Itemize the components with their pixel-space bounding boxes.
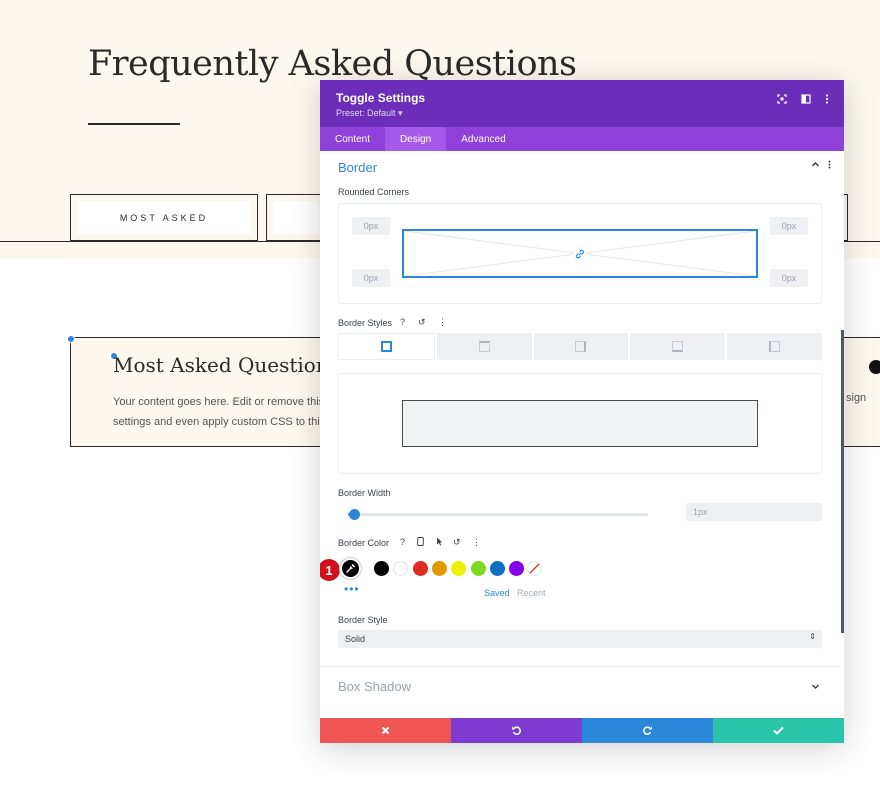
redo-icon (642, 726, 652, 735)
section-more-icon[interactable] (828, 160, 831, 172)
mobile-icon[interactable] (417, 537, 424, 548)
toggle-title: Most Asked Question 1 (113, 353, 348, 377)
border-all-sides-tab[interactable] (338, 333, 435, 360)
undo-icon (512, 726, 522, 735)
module-edit-handle[interactable] (67, 335, 75, 343)
no-color-swatch[interactable] (527, 561, 542, 576)
border-style-preview (402, 400, 758, 447)
color-swatch[interactable] (470, 561, 486, 576)
select-arrows-icon: ⇕ (809, 632, 816, 641)
save-button[interactable] (713, 718, 844, 743)
color-swatch[interactable] (509, 561, 525, 576)
color-swatch[interactable] (451, 561, 467, 576)
border-styles-label: Border Styles (338, 318, 393, 328)
chevron-down-icon[interactable] (811, 682, 820, 694)
saved-colors-tab[interactable]: Saved (484, 588, 510, 598)
tab-advanced[interactable]: Advanced (446, 127, 520, 151)
slider-thumb[interactable] (349, 509, 360, 520)
settings-body: Border Rounded Corners 0px 0px 0px 0px B… (320, 151, 844, 718)
corner-bottom-right-input[interactable]: 0px (770, 269, 808, 287)
corner-top-left-input[interactable]: 0px (352, 217, 390, 235)
corner-top-right-input[interactable]: 0px (770, 217, 808, 235)
border-width-slider[interactable] (348, 513, 648, 516)
tab-content[interactable]: Content (320, 127, 385, 151)
color-swatch[interactable] (393, 561, 409, 576)
faq-tab-label: MOST ASKED (77, 201, 251, 234)
border-left-tab[interactable] (727, 333, 822, 360)
redo-button[interactable] (582, 718, 713, 743)
modal-footer (320, 718, 844, 743)
reset-icon[interactable]: ↺ (418, 317, 426, 328)
help-icon[interactable]: ? (400, 317, 405, 327)
border-style-value: Solid (345, 634, 366, 644)
corner-bottom-left-input[interactable]: 0px (352, 269, 390, 287)
border-width-label: Border Width (338, 488, 391, 498)
recent-colors-tab[interactable]: Recent (517, 588, 546, 598)
modal-title: Toggle Settings (336, 91, 426, 105)
more-icon[interactable] (820, 92, 834, 106)
toggle-content: Your content goes here. Edit or remove t… (113, 396, 321, 428)
more-colors-icon[interactable]: ••• (344, 582, 360, 596)
color-swatch[interactable] (431, 561, 447, 576)
faq-tab-second[interactable] (266, 194, 326, 241)
options-icon[interactable]: ⋮ (438, 317, 447, 328)
left-side-icon (769, 341, 781, 352)
color-swatch[interactable] (412, 561, 428, 576)
options-icon[interactable]: ⋮ (472, 537, 481, 548)
link-icon[interactable] (574, 247, 586, 259)
help-icon[interactable]: ? (400, 537, 405, 547)
split-view-icon[interactable] (799, 92, 813, 106)
border-style-label: Border Style (338, 615, 388, 625)
cancel-button[interactable] (320, 718, 451, 743)
border-width-input[interactable]: 1px (686, 503, 822, 521)
bottom-side-icon (672, 341, 684, 352)
border-top-tab[interactable] (436, 333, 532, 360)
top-side-icon (478, 341, 490, 352)
border-bottom-tab[interactable] (630, 333, 726, 360)
border-color-label: Border Color (338, 538, 390, 548)
modal-header: Toggle Settings Preset: Default ▾ (320, 80, 844, 127)
title-underline (88, 123, 180, 125)
border-section-title[interactable]: Border (338, 160, 377, 175)
undo-button[interactable] (451, 718, 582, 743)
tab-design[interactable]: Design (385, 127, 447, 151)
eyedropper-icon[interactable] (340, 558, 361, 579)
section-divider (320, 666, 841, 667)
color-swatch[interactable] (489, 561, 505, 576)
all-sides-icon (380, 341, 392, 352)
step-badge: 1 (320, 559, 340, 581)
page-title: Frequently Asked Questions (88, 44, 577, 84)
color-swatch[interactable] (374, 561, 389, 576)
corner-preview (402, 229, 758, 278)
scrollbar[interactable] (841, 330, 844, 633)
settings-tabs: Content Design Advanced (320, 127, 844, 151)
close-icon (381, 726, 390, 735)
fullscreen-icon[interactable] (775, 92, 789, 106)
rounded-corners-label: Rounded Corners (338, 187, 410, 197)
toggle-settings-modal: Toggle Settings Preset: Default ▾ Conten… (320, 80, 844, 743)
border-side-tabs (338, 333, 822, 360)
preset-selector[interactable]: Preset: Default ▾ (336, 108, 403, 119)
border-style-select[interactable]: Solid ⇕ (338, 630, 822, 648)
reset-icon[interactable]: ↺ (453, 537, 461, 548)
hover-cursor-icon[interactable] (436, 537, 443, 548)
toggle-content-tail: sign (846, 392, 867, 404)
checkmark-icon (773, 726, 784, 735)
box-shadow-section-title[interactable]: Box Shadow (338, 679, 411, 694)
border-right-tab[interactable] (533, 333, 629, 360)
chevron-up-icon[interactable] (811, 160, 820, 172)
faq-tab-most-asked[interactable]: MOST ASKED (70, 194, 258, 241)
right-side-icon (575, 341, 587, 352)
toggle-collapse-icon[interactable] (869, 360, 880, 374)
